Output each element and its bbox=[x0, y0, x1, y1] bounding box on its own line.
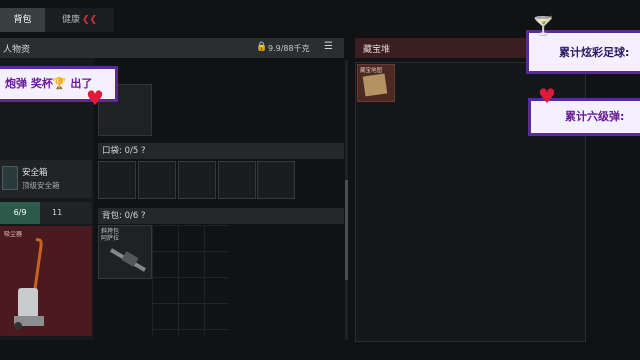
overlay-text: 炮弹 奖杯🏆 出了 bbox=[5, 77, 93, 90]
item-counter: 11 bbox=[52, 208, 63, 217]
pocket-header: 口袋: 0/5 ? bbox=[98, 143, 344, 159]
counter-bar: 6/9 11 bbox=[0, 202, 92, 224]
weight-readout: 9.9/88千克 bbox=[268, 44, 310, 53]
cocktail-icon: 🍸 bbox=[532, 16, 555, 37]
backpack-grid[interactable] bbox=[152, 225, 228, 337]
pocket-slot[interactable] bbox=[218, 161, 256, 199]
inventory-header: 人物资 🔒 9.9/88千克 ☰ bbox=[0, 38, 344, 58]
vacuum-item[interactable]: 吸尘器 bbox=[0, 226, 92, 336]
treasure-map-item[interactable]: 藏宝地图 bbox=[357, 64, 395, 102]
top-tabs: 背包 健康 ❮❮ bbox=[0, 8, 114, 32]
scroll-thumb[interactable] bbox=[345, 180, 348, 280]
pocket-slot[interactable] bbox=[98, 161, 136, 199]
vacuum-icon bbox=[14, 238, 44, 330]
tab-bag[interactable]: 背包 bbox=[0, 8, 45, 32]
ammo-counter: 6/9 bbox=[0, 202, 40, 224]
pocket-slot[interactable] bbox=[257, 161, 295, 199]
safe-box-icon bbox=[2, 166, 18, 190]
pocket-slot[interactable] bbox=[178, 161, 216, 199]
tab-health-label: 健康 bbox=[61, 15, 80, 25]
sling-bag-icon bbox=[109, 248, 147, 272]
treasure-map-label: 藏宝地图 bbox=[360, 68, 383, 74]
lock-icon: 🔒 bbox=[256, 42, 268, 52]
backpack-slot[interactable]: 斜挎包 阿萨拉 bbox=[98, 225, 152, 279]
scrollbar[interactable] bbox=[345, 60, 348, 340]
safe-box-desc: 顶级安全箱 bbox=[22, 181, 60, 190]
stash-title: 藏宝堆 bbox=[363, 45, 391, 55]
backpack-item-name: 斜挎包 阿萨拉 bbox=[101, 228, 120, 242]
backpack-header: 背包: 0/6 ? bbox=[98, 208, 344, 224]
overlay-text: 累计炫彩足球: bbox=[559, 46, 630, 59]
list-menu-icon[interactable]: ☰ bbox=[324, 41, 333, 52]
heart-icon: ♥ bbox=[86, 86, 104, 110]
tab-health[interactable]: 健康 ❮❮ bbox=[45, 8, 114, 32]
safe-box-slot[interactable]: 安全箱 顶级安全箱 bbox=[0, 160, 92, 198]
overlay-text: 累计六级弹: bbox=[565, 110, 625, 123]
map-icon bbox=[362, 73, 388, 97]
safe-box-name: 安全箱 bbox=[22, 168, 48, 178]
heart-icon: ♥ bbox=[538, 84, 556, 108]
alert-icon: ❮❮ bbox=[81, 15, 98, 25]
inventory-title: 人物资 bbox=[3, 45, 31, 55]
pocket-slot[interactable] bbox=[138, 161, 176, 199]
